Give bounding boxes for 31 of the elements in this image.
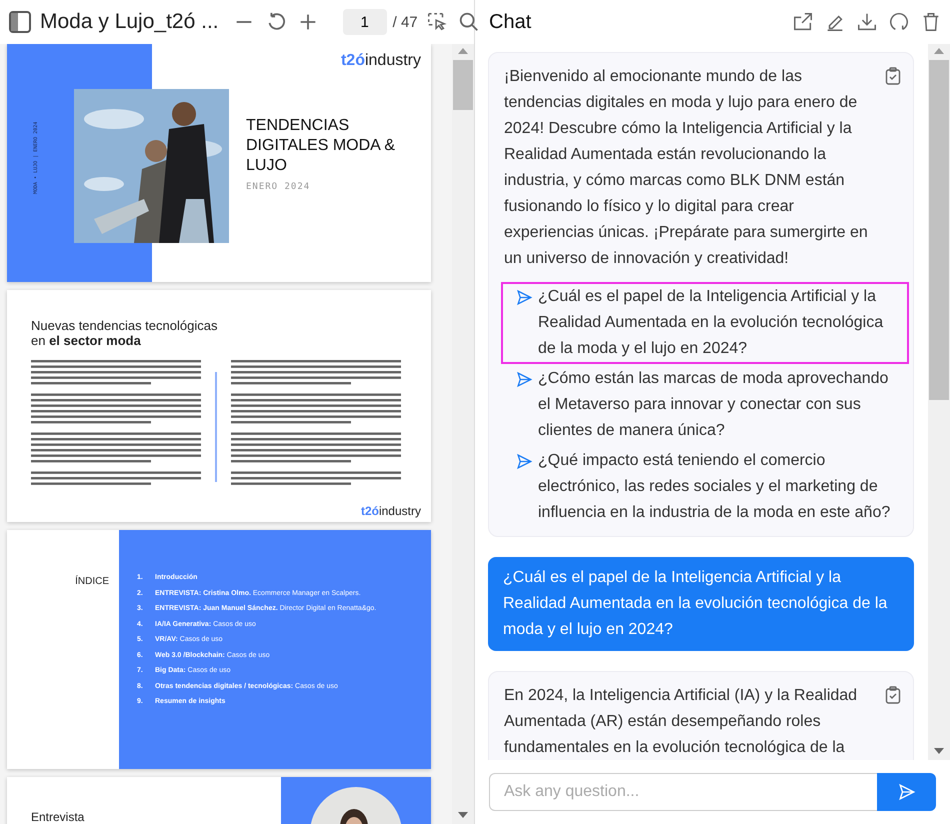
scrollbar[interactable] bbox=[928, 44, 950, 760]
page-number-field[interactable]: 1 bbox=[342, 9, 387, 35]
send-icon bbox=[515, 371, 534, 388]
suggested-question[interactable]: ¿Cómo están las marcas de moda aprovechando el Metaverso para innovar y conectar con sus clientes de manera única? bbox=[538, 366, 903, 444]
scroll-down-icon[interactable] bbox=[458, 812, 468, 818]
send-icon bbox=[515, 289, 534, 306]
document-title: Moda y Lujo_t2ó ... bbox=[40, 10, 219, 34]
scrollbar[interactable] bbox=[452, 44, 474, 824]
brand-logo: t2óindustry bbox=[360, 504, 421, 518]
user-message: ¿Cuál es el papel de la Inteligencia Artificial y la Realidad Aumentada en la evolución tecnológica de la moda y el lujo en 2024? bbox=[488, 557, 914, 651]
chat-title: Chat bbox=[488, 10, 532, 34]
send-icon bbox=[515, 453, 534, 470]
sidebar-toggle-icon[interactable] bbox=[6, 8, 34, 36]
send-button[interactable] bbox=[877, 773, 936, 811]
scrollbar-thumb[interactable] bbox=[929, 60, 949, 400]
slide-title: Nuevas tendencias tecnológicas en el sector moda bbox=[31, 318, 218, 348]
clipboard-icon[interactable] bbox=[885, 67, 901, 85]
clipboard-icon[interactable] bbox=[885, 686, 901, 704]
slide-date: ENERO 2024 bbox=[246, 182, 312, 192]
send-icon bbox=[896, 783, 916, 801]
message-text: ¡Bienvenido al emocionante mundo de las tendencias digitales en moda y lujo para enero de 2024! Descubre cómo la Inteligencia Artificial y la Realidad Aumentada están revolucionando la industria, y cómo marcas como BLK DNM están fusionando lo físico y lo digital para crear experiencias únicas. ¡Prepárate para sumergirte en un universo de innovación y creatividad! bbox=[504, 67, 869, 269]
brand-logo: t2óindustry bbox=[340, 52, 421, 70]
slide-title: TENDENCIAS DIGITALES MODA & LUJO bbox=[246, 116, 396, 176]
message-text: En 2024, la Inteligencia Artificial (IA) y la Realidad Aumentada (AR) están desempeñando roles fundamentales en la evolución tecnológica de la bbox=[504, 686, 858, 758]
page-total: / 47 bbox=[392, 14, 418, 30]
scrollbar-thumb[interactable] bbox=[453, 60, 473, 110]
slide-heading: Entrevista bbox=[31, 810, 86, 824]
scroll-down-icon[interactable] bbox=[934, 748, 944, 754]
question-input[interactable]: Ask any question... bbox=[489, 773, 877, 811]
suggested-question[interactable]: ¿Qué impacto está teniendo el comercio electrónico, las redes sociales y el marketing de influencia en la industria de la moda en este año? bbox=[538, 448, 903, 526]
index-heading: ÍNDICE bbox=[75, 576, 109, 589]
